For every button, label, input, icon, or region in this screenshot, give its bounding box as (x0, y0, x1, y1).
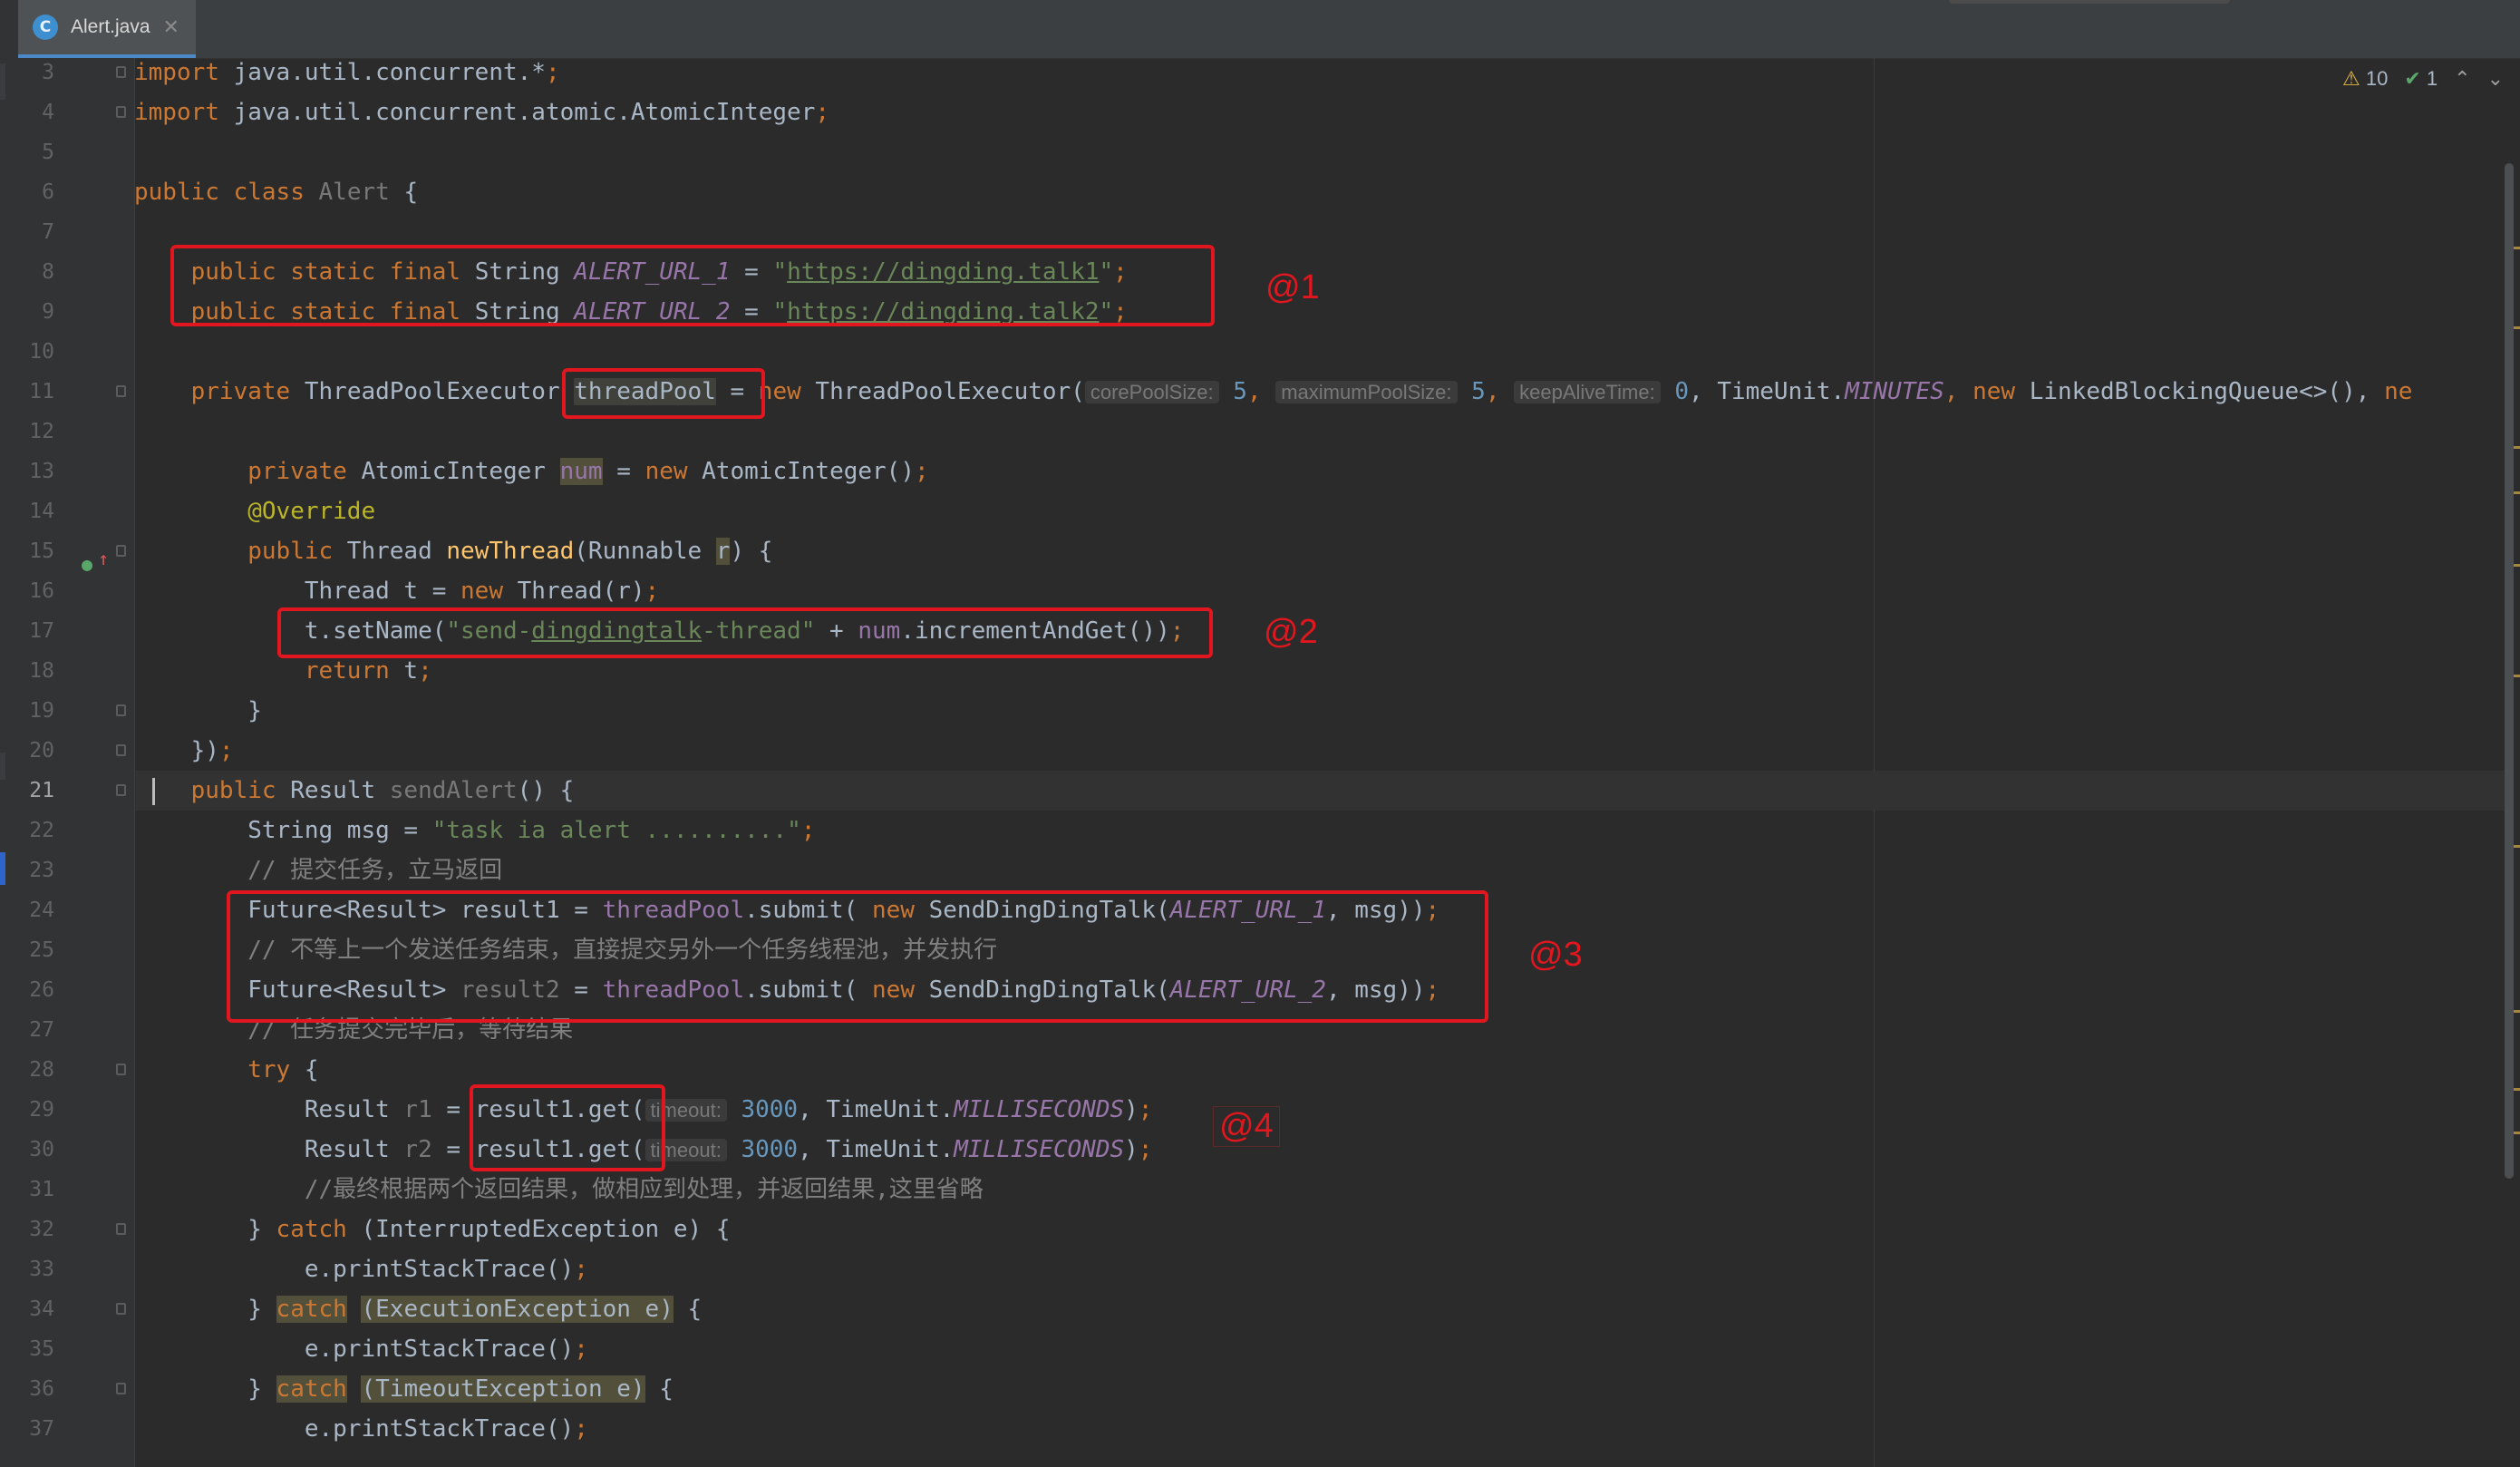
fold-icon[interactable] (116, 106, 126, 118)
line-number: 7 (42, 220, 54, 244)
code-line: 34 } catch (ExecutionException e) { (18, 1289, 2520, 1329)
line-number: 36 (29, 1377, 54, 1401)
code-line: 20 }); (18, 731, 2520, 771)
line-number: 22 (29, 819, 54, 842)
parameter-hint: maximumPoolSize: (1275, 381, 1458, 403)
code-line: 11 private ThreadPoolExecutor threadPool… (18, 372, 2520, 412)
line-number: 3 (42, 61, 54, 84)
fold-icon[interactable] (116, 784, 126, 796)
fold-icon[interactable] (116, 704, 126, 716)
line-number: 4 (42, 101, 54, 124)
annotation-label-4: @4 (1213, 1106, 1280, 1147)
line-number: 29 (29, 1098, 54, 1122)
code-line: 13 private AtomicInteger num = new Atomi… (18, 452, 2520, 491)
line-number: 30 (29, 1138, 54, 1161)
annotation-box-4 (470, 1084, 665, 1171)
code-line: 12 (18, 412, 2520, 452)
code-line: 21 public Result sendAlert() { (18, 771, 2520, 811)
annotation-box-3 (227, 890, 1488, 1023)
close-icon[interactable]: ✕ (163, 16, 179, 39)
parameter-hint: keepAliveTime: (1514, 381, 1661, 403)
code-line: 5 (18, 132, 2520, 172)
line-number: 31 (29, 1178, 54, 1201)
tool-strip-marker (0, 63, 5, 100)
code-line: 28 try { (18, 1050, 2520, 1090)
fold-icon[interactable] (116, 744, 126, 756)
line-number: 23 (29, 859, 54, 882)
code-line: 16 Thread t = new Thread(r); (18, 571, 2520, 611)
line-number: 5 (42, 141, 54, 164)
fold-icon[interactable] (116, 1303, 126, 1315)
code-line: 19 } (18, 691, 2520, 731)
line-number: 33 (29, 1258, 54, 1281)
toolbar-edge (1949, 0, 2230, 4)
line-number: 15 (29, 539, 54, 563)
left-tool-strip (0, 0, 19, 1467)
line-number: 32 (29, 1218, 54, 1241)
line-number: 8 (42, 260, 54, 284)
tab-filename: Alert.java (71, 16, 150, 37)
line-number: 13 (29, 460, 54, 483)
code-line: 3 import java.util.concurrent.*; (18, 53, 2520, 92)
annotation-box-threadpool (562, 368, 765, 419)
line-number: 28 (29, 1058, 54, 1082)
code-line: 23 // 提交任务，立马返回 (18, 850, 2520, 890)
line-number: 6 (42, 180, 54, 204)
fold-icon[interactable] (116, 1064, 126, 1075)
line-number: 27 (29, 1018, 54, 1042)
annotation-box-2 (277, 607, 1213, 658)
fold-icon[interactable] (116, 1223, 126, 1235)
code-line: 33 e.printStackTrace(); (18, 1249, 2520, 1289)
code-line: 37 e.printStackTrace(); (18, 1409, 2520, 1449)
line-number: 17 (29, 619, 54, 643)
code-line: 4 import java.util.concurrent.atomic.Atom… (18, 92, 2520, 132)
line-number: 11 (29, 380, 54, 403)
line-number: 26 (29, 978, 54, 1002)
line-number: 20 (29, 739, 54, 763)
fold-icon[interactable] (116, 545, 126, 557)
code-line: 22 String msg = "task ia alert .........… (18, 811, 2520, 850)
code-line: 35 e.printStackTrace(); (18, 1329, 2520, 1369)
tool-strip-selected-marker (0, 852, 5, 885)
line-number: 24 (29, 899, 54, 922)
fold-icon[interactable] (116, 66, 126, 78)
annotation-label-2: @2 (1264, 613, 1318, 651)
annotation-label-3: @3 (1528, 936, 1583, 974)
editor-tab-bar: C Alert.java ✕ (18, 0, 2520, 59)
tab-alert-java[interactable]: C Alert.java ✕ (18, 0, 196, 58)
annotation-label-1: @1 (1265, 268, 1320, 306)
line-number: 37 (29, 1417, 54, 1441)
code-line: 14 @Override (18, 491, 2520, 531)
code-line: 10 (18, 332, 2520, 372)
line-number: 19 (29, 699, 54, 723)
fold-icon[interactable] (116, 385, 126, 397)
line-number: 10 (29, 340, 54, 364)
tool-strip-marker (0, 753, 5, 780)
java-class-icon: C (33, 15, 58, 40)
code-line: 6 public class Alert { (18, 172, 2520, 212)
line-number: 25 (29, 938, 54, 962)
line-number: 9 (42, 300, 54, 324)
line-number: 21 (29, 779, 54, 802)
code-line: 15 ● ↑ public Thread newThread(Runnable r)… (18, 531, 2520, 575)
code-line: 36 } catch (TimeoutException e) { (18, 1369, 2520, 1409)
code-line: 31 //最终根据两个返回结果，做相应到处理，并返回结果,这里省略 (18, 1170, 2520, 1210)
annotation-box-1 (170, 245, 1215, 326)
line-number: 12 (29, 420, 54, 443)
line-number: 18 (29, 659, 54, 683)
line-number: 16 (29, 579, 54, 603)
line-number: 14 (29, 500, 54, 523)
fold-icon[interactable] (116, 1383, 126, 1394)
parameter-hint: corePoolSize: (1084, 381, 1219, 403)
code-line: 32 } catch (InterruptedException e) { (18, 1210, 2520, 1249)
line-number: 34 (29, 1297, 54, 1321)
line-number: 35 (29, 1337, 54, 1361)
